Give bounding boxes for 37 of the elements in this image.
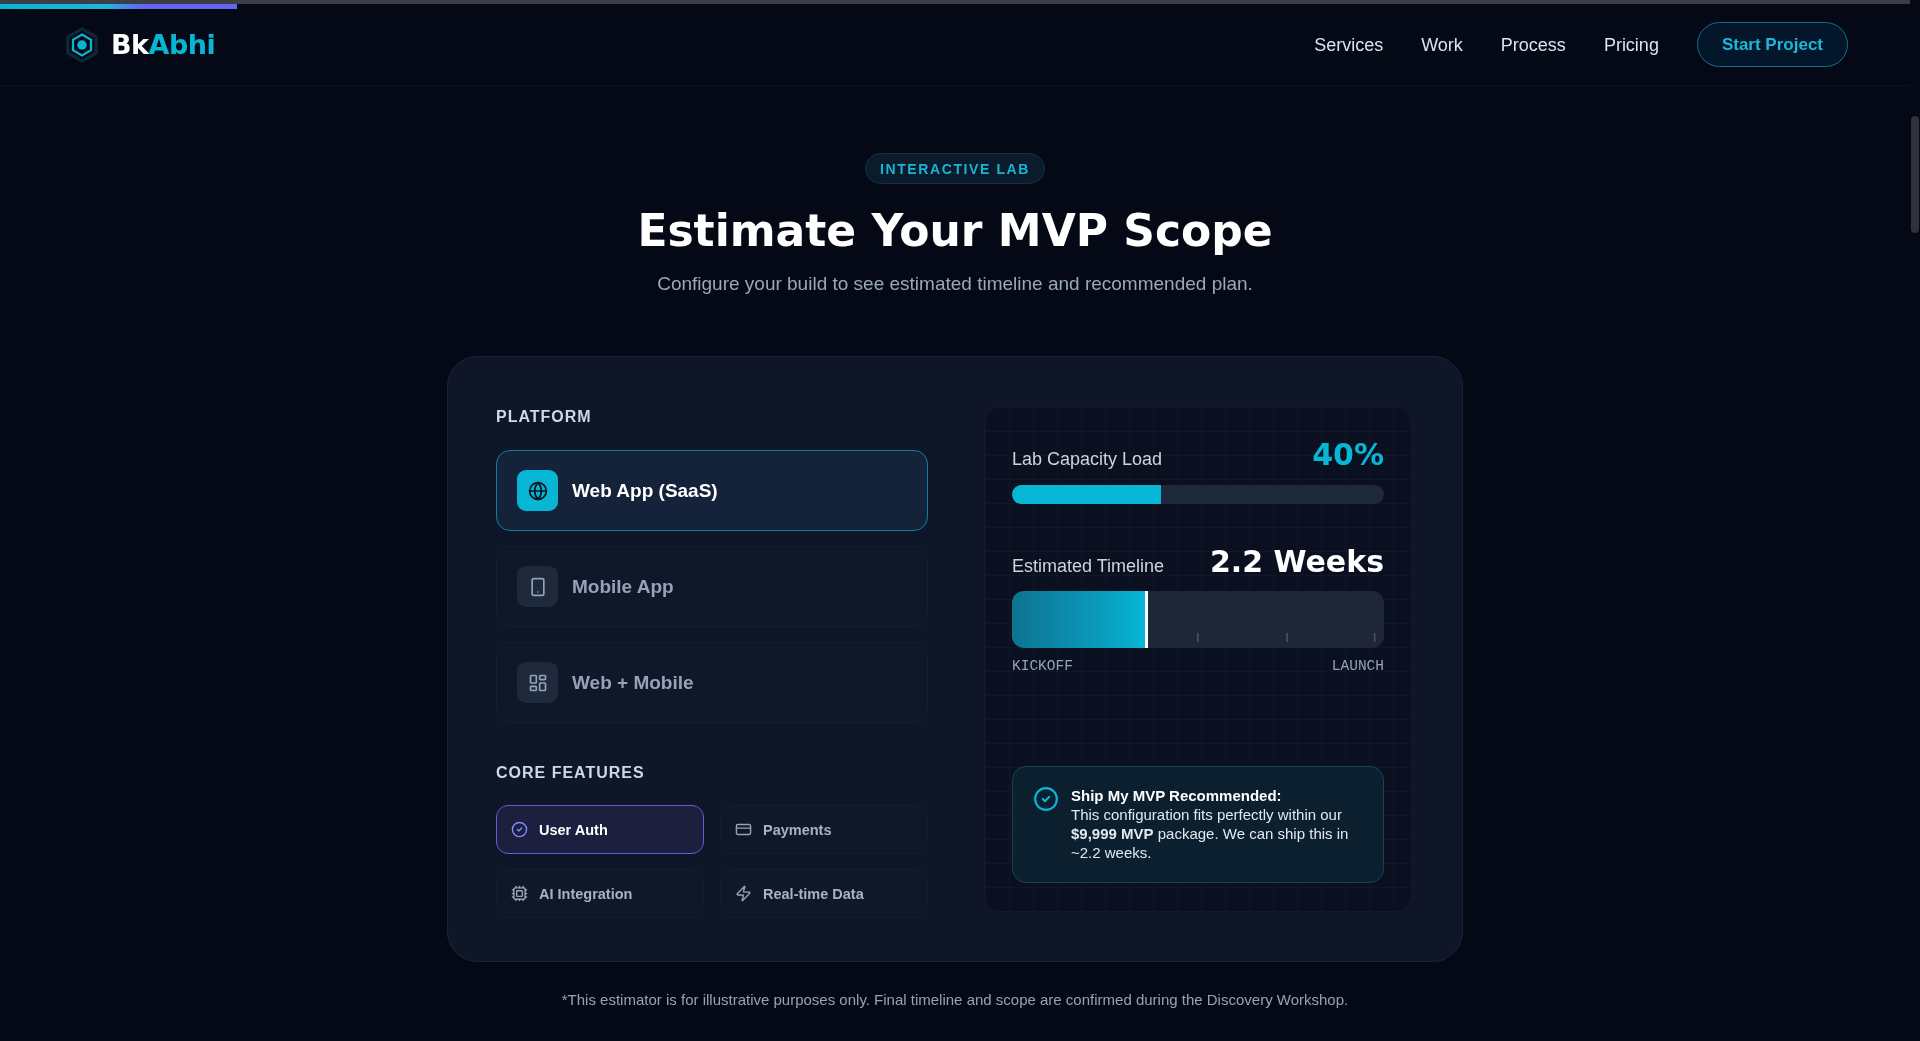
timeline-value: 2.2 Weeks	[1209, 545, 1384, 578]
nav-link[interactable]: Services	[1314, 32, 1384, 57]
scrollbar-thumb[interactable]	[1911, 116, 1919, 233]
check-circle-icon	[511, 821, 528, 838]
page-subtitle: Configure your build to see estimated timeline and recommended plan.	[657, 272, 1253, 296]
page-title: Estimate Your MVP Scope	[637, 204, 1273, 257]
recommendation-text: This configuration fits perfectly within our $9,999 MVP package. We can ship this in ~2.2 weeks.	[1071, 805, 1350, 862]
section-badge: INTERACTIVE LAB	[865, 153, 1045, 184]
nav-link[interactable]: Work	[1421, 32, 1463, 57]
recommendation-title: Ship My MVP Recommended:	[1071, 786, 1283, 805]
check-circle-icon	[1033, 786, 1059, 812]
section-heading: CORE FEATURES	[496, 763, 646, 783]
platform-option[interactable]: Web App (SaaS)	[496, 450, 928, 531]
timeline-label: Estimated Timeline	[1012, 555, 1165, 577]
platform-option[interactable]: Mobile App	[496, 546, 928, 627]
scale-end-label: LAUNCH	[1331, 657, 1384, 675]
grid-layout-icon	[517, 662, 558, 703]
nav-link[interactable]: Pricing	[1603, 32, 1659, 57]
capacity-value: 40%	[1312, 438, 1384, 471]
platform-option[interactable]: Web + Mobile	[496, 642, 928, 723]
globe-icon	[517, 470, 558, 511]
section-heading: PLATFORM	[496, 407, 593, 427]
feature-toggle[interactable]: Payments	[720, 805, 928, 854]
lightning-icon	[735, 885, 752, 902]
feature-toggle[interactable]: User Auth	[496, 805, 704, 854]
scale-start-label: KICKOFF	[1012, 657, 1073, 675]
credit-card-icon	[735, 821, 752, 838]
feature-toggle[interactable]: AI Integration	[496, 869, 704, 918]
chip-icon	[511, 885, 528, 902]
start-project-button[interactable]: Start Project	[1696, 22, 1848, 67]
smartphone-icon	[517, 566, 558, 607]
disclaimer-note: *This estimator is for illustrative purposes only. Final timeline and scope are confirmed during the Discovery Workshop.	[561, 990, 1349, 1010]
hexagon-logo-icon	[64, 26, 100, 63]
logo-wordmark[interactable]: BkAbhi	[111, 28, 216, 61]
nav-link[interactable]: Process	[1500, 32, 1566, 57]
capacity-label: Lab Capacity Load	[1012, 448, 1163, 470]
feature-toggle[interactable]: Real-time Data	[720, 869, 928, 918]
